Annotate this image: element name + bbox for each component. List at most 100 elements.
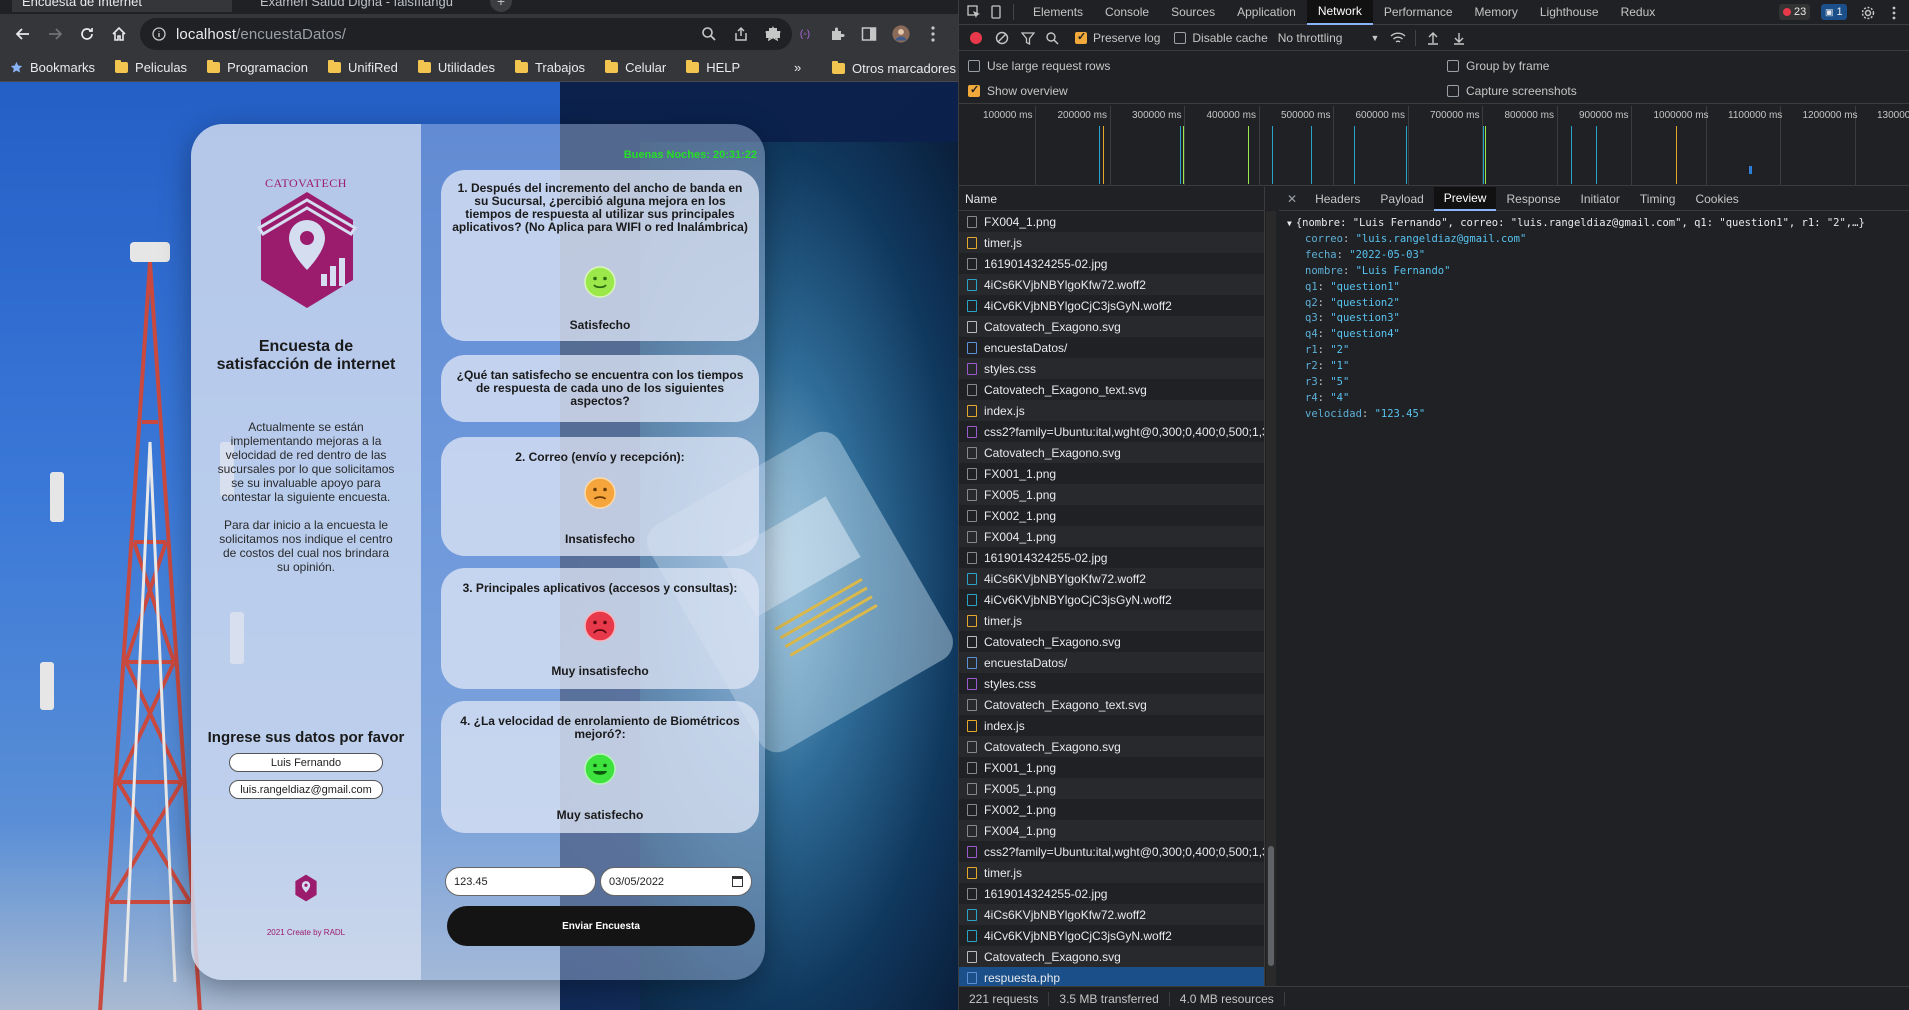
other-bookmarks-folder[interactable]: Otros marcadores [822, 54, 958, 82]
bookmark-folder[interactable]: Celular [595, 60, 676, 75]
bookmark-folder[interactable]: Trabajos [505, 60, 595, 75]
request-row[interactable]: encuestaDatos/ [959, 652, 1264, 673]
detail-tab[interactable]: Response [1496, 187, 1570, 211]
group-by-frame-toggle[interactable]: Group by frame [1447, 59, 1549, 73]
preserve-log-toggle[interactable]: Preserve log [1075, 30, 1160, 45]
browser-tab-active[interactable]: Encuesta de Internet [12, 0, 232, 12]
home-button[interactable] [104, 19, 134, 49]
request-row[interactable]: css2?family=Ubuntu:ital,wght@0,300;0,400… [959, 841, 1264, 862]
more-options-icon[interactable] [1885, 4, 1903, 22]
devtools-tab[interactable]: Application [1226, 0, 1307, 25]
request-row[interactable]: styles.css [959, 358, 1264, 379]
detail-tab-preview[interactable]: Preview [1433, 186, 1497, 211]
browser-tab[interactable]: Examen Salud Digna - falsIfiangu [250, 0, 480, 12]
request-row[interactable]: 1619014324255-02.jpg [959, 547, 1264, 568]
request-row[interactable]: styles.css [959, 673, 1264, 694]
request-row[interactable]: FX001_1.png [959, 463, 1264, 484]
request-row[interactable]: FX002_1.png [959, 799, 1264, 820]
network-conditions-icon[interactable] [1389, 29, 1407, 47]
detail-tab[interactable]: Payload [1370, 187, 1433, 211]
request-row[interactable]: 4iCs6KVjbNBYlgoKfw72.woff2 [959, 274, 1264, 295]
device-toolbar-icon[interactable] [987, 3, 1005, 21]
show-overview-toggle[interactable]: Show overview [968, 83, 1068, 98]
request-row[interactable]: Catovatech_Exagono.svg [959, 736, 1264, 757]
throttling-select[interactable]: No throttling [1278, 31, 1343, 45]
request-row[interactable]: index.js [959, 715, 1264, 736]
request-row[interactable]: 4iCs6KVjbNBYlgoKfw72.woff2 [959, 904, 1264, 925]
submit-survey-button[interactable]: Enviar Encuesta [447, 906, 755, 946]
share-icon[interactable] [732, 25, 750, 43]
clear-icon[interactable] [993, 29, 1011, 47]
preview-object-summary[interactable]: ▼ {nombre: "Luis Fernando", correo: "luis… [1287, 216, 1907, 232]
bookmark-folder[interactable]: Peliculas [105, 60, 197, 75]
request-row[interactable]: 1619014324255-02.jpg [959, 883, 1264, 904]
request-row[interactable]: respuesta.php [959, 967, 1264, 986]
request-row[interactable]: Catovatech_Exagono.svg [959, 316, 1264, 337]
request-row[interactable]: index.js [959, 400, 1264, 421]
devtools-tab[interactable]: Performance [1373, 0, 1464, 25]
extensions-puzzle-icon[interactable] [828, 25, 846, 43]
settings-gear-icon[interactable] [1859, 4, 1877, 22]
request-row[interactable]: FX004_1.png [959, 211, 1264, 232]
inspect-element-icon[interactable] [965, 3, 983, 21]
avatar[interactable] [892, 25, 910, 43]
name-column-header[interactable]: Name [959, 187, 1265, 211]
back-button[interactable] [8, 19, 38, 49]
request-row[interactable]: css2?family=Ubuntu:ital,wght@0,300;0,400… [959, 421, 1264, 442]
request-row[interactable]: 4iCs6KVjbNBYlgoKfw72.woff2 [959, 568, 1264, 589]
extension-printer-icon[interactable] [764, 25, 782, 43]
email-field[interactable] [229, 780, 383, 799]
request-row[interactable]: FX004_1.png [959, 820, 1264, 841]
error-count-badge[interactable]: 23 [1779, 4, 1811, 20]
request-row[interactable]: FX002_1.png [959, 505, 1264, 526]
very-dissatisfied-face-icon[interactable] [584, 610, 616, 642]
export-har-icon[interactable] [1450, 29, 1468, 47]
devtools-tab[interactable]: Sources [1160, 0, 1226, 25]
side-panel-icon[interactable] [860, 25, 878, 43]
devtools-tab[interactable]: Elements [1022, 0, 1094, 25]
request-row[interactable]: encuestaDatos/ [959, 337, 1264, 358]
bookmark-item[interactable]: Bookmarks [0, 60, 105, 75]
detail-tab[interactable]: Timing [1630, 187, 1686, 211]
large-rows-toggle[interactable]: Use large request rows [968, 59, 1110, 73]
request-row[interactable]: Catovatech_Exagono_text.svg [959, 694, 1264, 715]
search-icon[interactable] [1043, 29, 1061, 47]
devtools-tab[interactable]: Redux [1610, 0, 1667, 25]
request-row[interactable]: 1619014324255-02.jpg [959, 253, 1264, 274]
dissatisfied-face-icon[interactable] [584, 477, 616, 509]
date-input[interactable]: 03/05/2022 [600, 867, 752, 896]
bookmark-folder[interactable]: Programacion [197, 60, 318, 75]
detail-tab[interactable]: Initiator [1571, 187, 1630, 211]
filter-icon[interactable] [1019, 29, 1037, 47]
zoom-icon[interactable] [700, 25, 718, 43]
speed-input[interactable] [445, 867, 596, 896]
address-bar[interactable]: localhost/encuestaDatos/ [140, 18, 792, 50]
request-row[interactable]: Catovatech_Exagono.svg [959, 442, 1264, 463]
bookmark-folder[interactable]: HELP [676, 60, 750, 75]
request-row[interactable]: Catovatech_Exagono.svg [959, 946, 1264, 967]
request-row[interactable]: FX005_1.png [959, 484, 1264, 505]
devtools-tab[interactable]: Console [1094, 0, 1160, 25]
request-row[interactable]: FX001_1.png [959, 757, 1264, 778]
request-row[interactable]: 4iCv6KVjbNBYlgoCjC3jsGyN.woff2 [959, 925, 1264, 946]
satisfied-face-icon[interactable] [584, 266, 616, 298]
request-row[interactable]: 4iCv6KVjbNBYlgoCjC3jsGyN.woff2 [959, 589, 1264, 610]
record-button-icon[interactable] [967, 29, 985, 47]
detail-tab[interactable]: Cookies [1685, 187, 1748, 211]
request-row[interactable]: FX004_1.png [959, 526, 1264, 547]
bookmarks-overflow-button[interactable]: » [794, 60, 801, 75]
bookmark-folder[interactable]: UnifiRed [318, 60, 408, 75]
very-satisfied-face-icon[interactable] [584, 753, 616, 785]
network-overview-timeline[interactable]: 100000 ms 200000 ms 300000 ms 400000 ms 5000… [959, 106, 1909, 186]
scrollbar-thumb[interactable] [1268, 846, 1274, 966]
devtools-tab[interactable]: Lighthouse [1529, 0, 1610, 25]
name-field[interactable] [229, 753, 383, 772]
request-row[interactable]: timer.js [959, 862, 1264, 883]
info-icon[interactable] [152, 27, 166, 41]
request-row[interactable]: Catovatech_Exagono_text.svg [959, 379, 1264, 400]
request-list-scrollbar[interactable] [1266, 211, 1276, 986]
disable-cache-toggle[interactable]: Disable cache [1174, 31, 1268, 45]
request-row[interactable]: Catovatech_Exagono.svg [959, 631, 1264, 652]
new-tab-button[interactable]: + [490, 0, 512, 12]
request-row[interactable]: timer.js [959, 232, 1264, 253]
